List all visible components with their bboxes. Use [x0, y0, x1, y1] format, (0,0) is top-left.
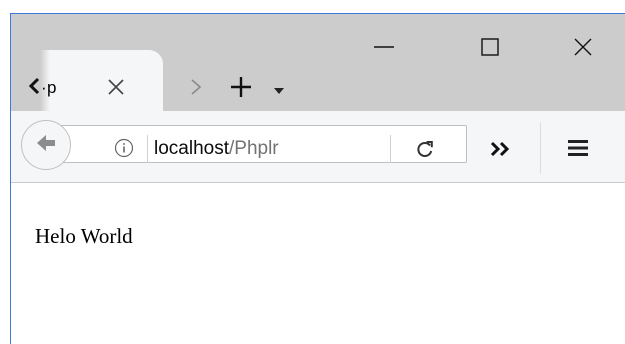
url-host: localhost — [154, 138, 229, 159]
tab-close-icon[interactable] — [105, 76, 127, 98]
hamburger-menu-icon[interactable] — [567, 138, 589, 158]
toolbar-separator — [540, 122, 541, 174]
reload-icon[interactable] — [415, 139, 435, 159]
tab-list-caret-down-icon[interactable] — [273, 83, 285, 94]
site-info-icon[interactable] — [114, 138, 134, 158]
new-tab-plus-icon[interactable] — [230, 76, 252, 98]
page-content-text: Helo World — [35, 224, 133, 248]
overflow-double-chevron-icon[interactable] — [489, 139, 513, 159]
minimize-icon[interactable] — [372, 36, 396, 58]
tab-scroll-right-icon[interactable] — [189, 78, 203, 96]
url-separator — [147, 135, 148, 163]
url-path: /Phplr — [229, 138, 279, 159]
url-text[interactable]: localhost/Phplr — [154, 138, 379, 160]
active-tab[interactable] — [40, 50, 163, 111]
tab-title: ·p — [41, 78, 57, 97]
reload-separator — [390, 135, 391, 163]
arrow-left-icon — [35, 133, 57, 158]
browser-window: ·p localhost/Phplr Helo World — [10, 13, 625, 344]
tab-scroll-left-icon[interactable] — [28, 77, 40, 95]
maximize-icon[interactable] — [479, 36, 501, 58]
back-button[interactable] — [21, 120, 71, 170]
close-window-icon[interactable] — [571, 35, 595, 59]
